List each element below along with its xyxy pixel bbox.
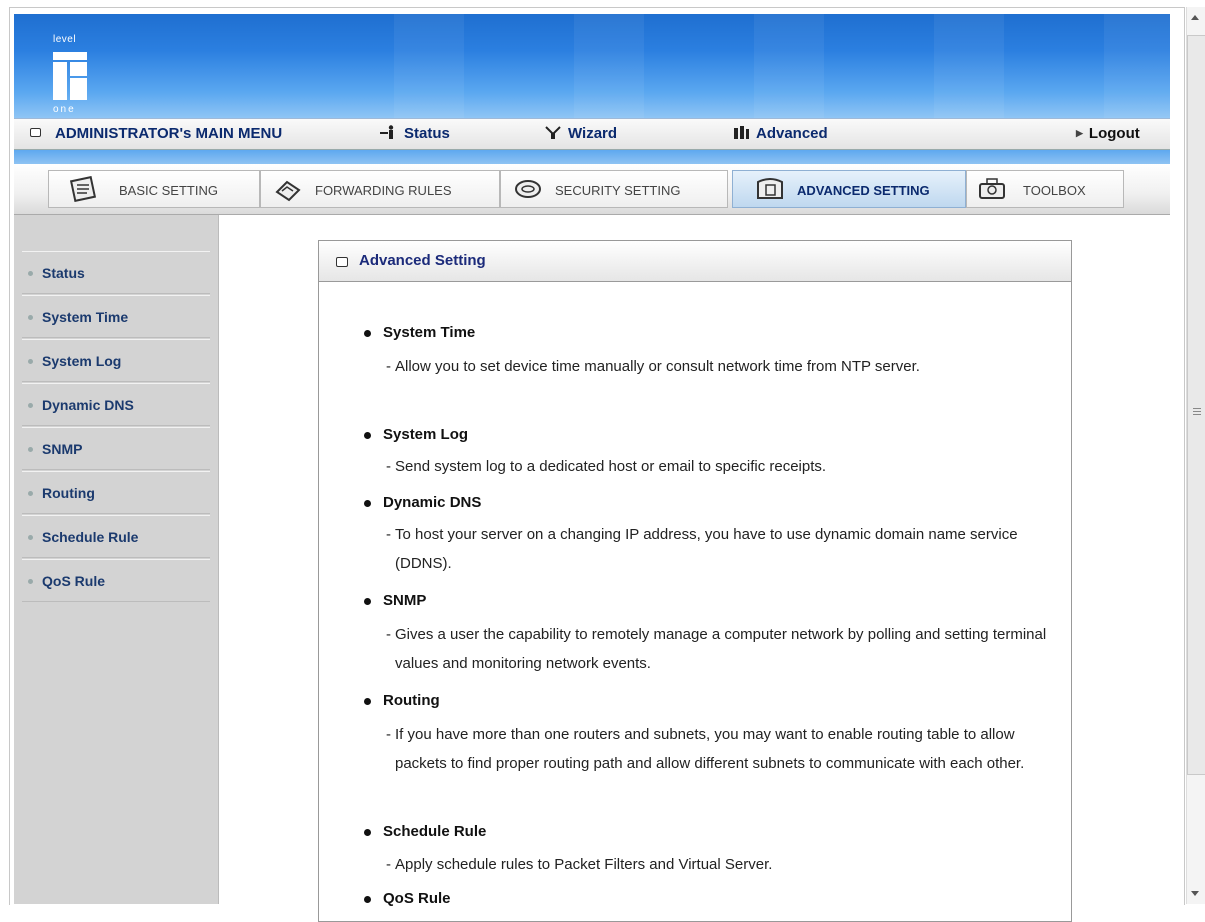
entry-title: System Time	[364, 324, 475, 341]
scroll-down-arrow-icon[interactable]	[1191, 891, 1199, 896]
bullet-icon	[28, 447, 33, 452]
header-banner: level one	[14, 14, 1174, 118]
bullet-icon	[28, 403, 33, 408]
entry-description: - If you have more than one routers and s…	[386, 726, 1025, 772]
sidebar-item-routing[interactable]: Routing	[22, 471, 210, 514]
scrollbar-thumb[interactable]	[1187, 35, 1205, 775]
menu-item-wizard[interactable]: Wizard	[544, 125, 617, 142]
entry-title: SNMP	[364, 592, 426, 609]
forwarding-rules-icon	[275, 180, 301, 202]
entry-description: - Allow you to set device time manually o…	[386, 358, 920, 375]
tab-forwarding-rules[interactable]: FORWARDING RULES	[260, 170, 500, 208]
menu-item-advanced[interactable]: Advanced	[732, 125, 828, 142]
security-setting-icon	[515, 180, 541, 198]
entry-description: - Apply schedule rules to Packet Filters …	[386, 856, 773, 873]
entry-description: - To host your server on a changing IP ad…	[386, 526, 1018, 572]
bullet-icon	[28, 579, 33, 584]
bullet-icon	[28, 359, 33, 364]
bullet-icon	[364, 432, 371, 439]
scroll-up-arrow-icon[interactable]	[1191, 15, 1199, 20]
basic-setting-icon	[69, 176, 97, 202]
panel-title: Advanced Setting	[359, 252, 486, 269]
logout-link[interactable]: ▶ Logout	[1076, 125, 1140, 142]
sidebar-item-schedule-rule[interactable]: Schedule Rule	[22, 515, 210, 558]
vertical-scrollbar[interactable]	[1186, 7, 1205, 904]
bullet-icon	[364, 598, 371, 605]
entry-description: - Gives a user the capability to remotely…	[386, 626, 1047, 672]
levelone-logo: level one	[50, 34, 90, 118]
entry-title: QoS Rule	[364, 890, 451, 907]
main-menu-bar: ADMINISTRATOR's MAIN MENU Status Wizard …	[14, 118, 1170, 150]
bullet-icon	[364, 698, 371, 705]
bullet-icon	[364, 500, 371, 507]
panel-header: Advanced Setting	[319, 241, 1071, 282]
status-icon	[380, 125, 394, 139]
caret-right-icon: ▶	[1076, 128, 1083, 138]
entry-description: - Send system log to a dedicated host or …	[386, 458, 827, 475]
sidebar-item-snmp[interactable]: SNMP	[22, 427, 210, 470]
wizard-icon	[545, 126, 561, 139]
tab-advanced-setting[interactable]: ADVANCED SETTING	[732, 170, 966, 208]
sidebar-item-system-log[interactable]: System Log	[22, 339, 210, 382]
entry-title: Routing	[364, 692, 440, 709]
toolbox-icon	[979, 178, 1005, 199]
advanced-setting-panel: Advanced Setting System Time - Allow you …	[318, 240, 1072, 922]
bullet-icon	[28, 535, 33, 540]
bullet-icon	[364, 896, 371, 903]
sidebar-item-system-time[interactable]: System Time	[22, 295, 210, 338]
sidebar-item-dynamic-dns[interactable]: Dynamic DNS	[22, 383, 210, 426]
panel-box-icon	[336, 257, 348, 267]
grip-icon	[1193, 408, 1201, 416]
header-stripe	[14, 150, 1170, 164]
sidebar: Status System Time System Log Dynamic DN…	[14, 215, 219, 904]
tab-toolbox[interactable]: TOOLBOX	[966, 170, 1124, 208]
entry-title: Schedule Rule	[364, 823, 486, 840]
entry-title: System Log	[364, 426, 468, 443]
sidebar-item-qos-rule[interactable]: QoS Rule	[22, 559, 210, 602]
menu-item-status[interactable]: Status	[380, 125, 450, 142]
bullet-icon	[28, 491, 33, 496]
menu-box-icon	[30, 128, 41, 137]
bullet-icon	[364, 829, 371, 836]
settings-tab-bar: BASIC SETTING FORWARDING RULES SECURITY …	[14, 164, 1170, 215]
sidebar-item-status[interactable]: Status	[22, 251, 210, 294]
bullet-icon	[28, 271, 33, 276]
bullet-icon	[28, 315, 33, 320]
bullet-icon	[364, 330, 371, 337]
main-menu-title: ADMINISTRATOR's MAIN MENU	[30, 125, 282, 142]
tab-security-setting[interactable]: SECURITY SETTING	[500, 170, 728, 208]
advanced-icon	[734, 126, 749, 139]
entry-title: Dynamic DNS	[364, 494, 481, 511]
tab-basic-setting[interactable]: BASIC SETTING	[48, 170, 260, 208]
advanced-setting-icon	[757, 178, 783, 199]
